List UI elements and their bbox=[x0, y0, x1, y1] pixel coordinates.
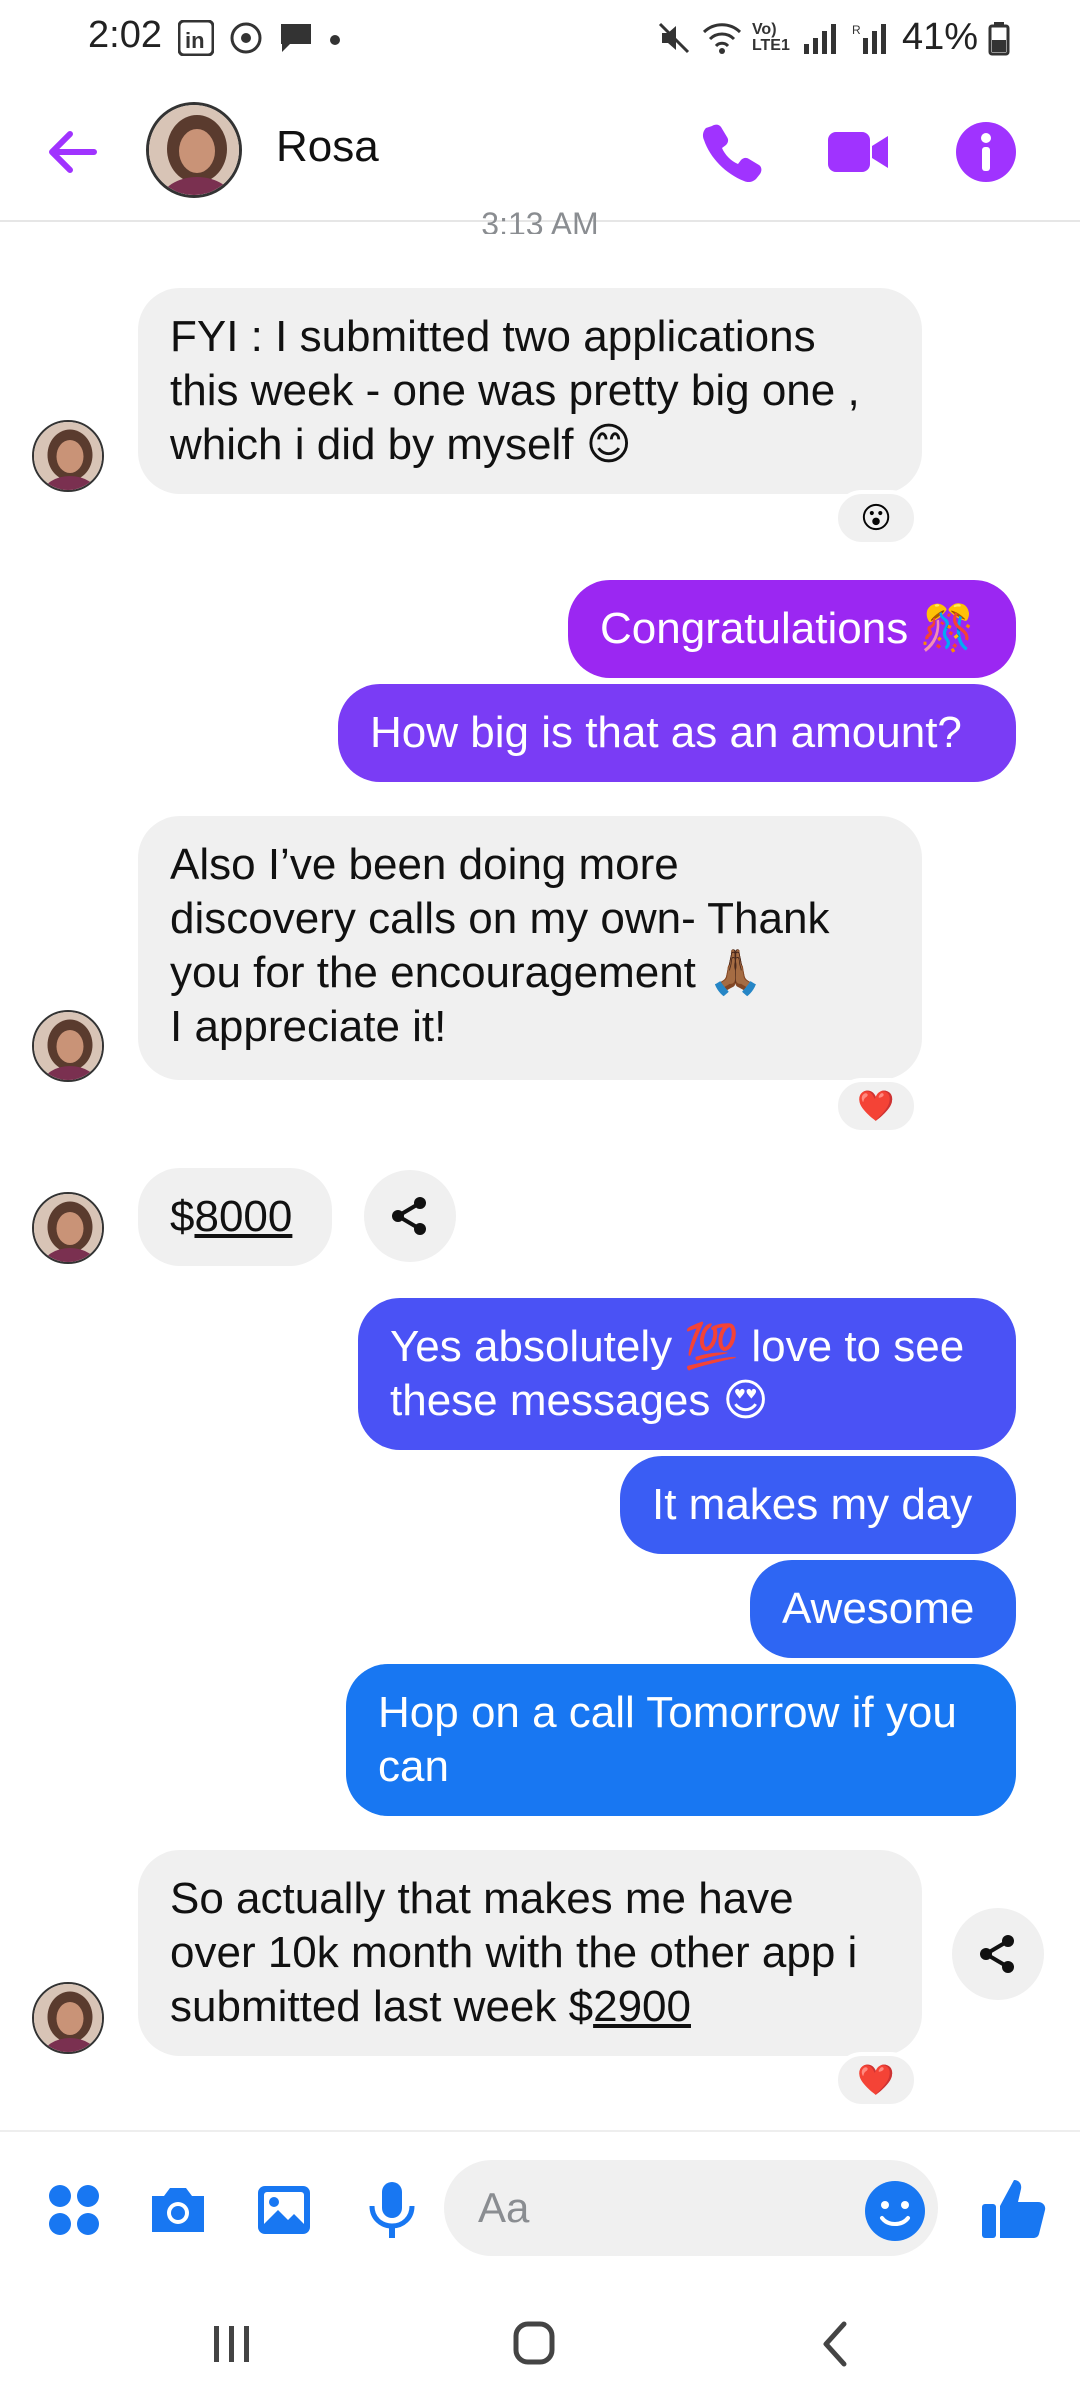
apps-menu-icon[interactable] bbox=[42, 2178, 106, 2242]
gallery-icon[interactable] bbox=[252, 2178, 316, 2242]
amount-link[interactable]: 8000 bbox=[194, 1192, 292, 1241]
heart-reaction: ❤️ bbox=[857, 1089, 895, 1123]
incoming-message[interactable]: $8000 bbox=[138, 1168, 332, 1266]
share-icon bbox=[392, 1197, 426, 1235]
back-icon[interactable] bbox=[796, 2312, 876, 2376]
reaction-badge[interactable]: ❤️ bbox=[834, 2052, 918, 2108]
signal-icon-2: R bbox=[852, 23, 886, 54]
chat-notification-icon bbox=[281, 24, 311, 52]
reaction-badge[interactable]: 😮 bbox=[834, 490, 918, 546]
info-icon[interactable] bbox=[952, 118, 1020, 186]
conversation-header: Rosa bbox=[0, 80, 1080, 222]
message-composer bbox=[0, 2130, 1080, 2290]
status-time: 2:02 bbox=[88, 14, 162, 56]
outgoing-message[interactable]: Hop on a call Tomorrow if you can bbox=[346, 1664, 1016, 1816]
emoji-icon[interactable] bbox=[860, 2176, 930, 2246]
smile-emoji: 😊 bbox=[585, 420, 632, 469]
incoming-message[interactable]: FYI : I submitted two applications this … bbox=[138, 288, 922, 494]
network-label: Vo) LTE1 bbox=[751, 20, 790, 54]
recent-apps-icon[interactable] bbox=[192, 2312, 272, 2376]
outgoing-message[interactable]: How big is that as an amount? bbox=[338, 684, 1016, 782]
status-bar: 2:02 in Vo) LTE1 R 41% bbox=[0, 0, 1080, 80]
contact-avatar[interactable] bbox=[146, 102, 242, 198]
reaction-badge[interactable]: ❤️ bbox=[834, 1078, 918, 1134]
battery-icon bbox=[988, 21, 1010, 55]
share-icon bbox=[980, 1935, 1014, 1973]
outgoing-message[interactable]: It makes my day bbox=[620, 1456, 1016, 1554]
svg-text:in: in bbox=[185, 28, 205, 53]
signal-icon bbox=[803, 23, 836, 54]
sender-avatar[interactable] bbox=[32, 420, 104, 492]
wifi-icon bbox=[702, 22, 741, 54]
linkedin-icon: in bbox=[178, 20, 214, 56]
svg-text:R: R bbox=[852, 23, 861, 37]
share-button[interactable] bbox=[952, 1908, 1044, 2000]
battery-percent: 41% bbox=[901, 16, 978, 58]
video-call-icon[interactable] bbox=[824, 118, 892, 186]
home-icon[interactable] bbox=[494, 2312, 574, 2376]
camera-icon[interactable] bbox=[146, 2178, 210, 2242]
dot-icon bbox=[330, 35, 340, 45]
back-arrow-icon[interactable] bbox=[40, 120, 104, 184]
outgoing-message[interactable]: Awesome bbox=[750, 1560, 1016, 1658]
hundred-emoji: 💯 bbox=[684, 1322, 740, 1371]
sender-avatar[interactable] bbox=[32, 1192, 104, 1264]
sync-icon bbox=[230, 22, 262, 54]
amount-link[interactable]: 2900 bbox=[593, 1982, 691, 2031]
system-navigation-bar bbox=[0, 2290, 1080, 2400]
heart-eyes-emoji: 😍 bbox=[722, 1376, 769, 1425]
thumbs-up-icon[interactable] bbox=[978, 2172, 1050, 2244]
sender-avatar[interactable] bbox=[32, 1982, 104, 2054]
wow-reaction: 😮 bbox=[860, 501, 892, 535]
outgoing-message[interactable]: Congratulations 🎊 bbox=[568, 580, 1016, 678]
incoming-message[interactable]: Also I’ve been doing more discovery call… bbox=[138, 816, 922, 1080]
microphone-icon[interactable] bbox=[360, 2178, 424, 2242]
share-button[interactable] bbox=[364, 1170, 456, 1262]
incoming-message[interactable]: So actually that makes me have over 10k … bbox=[138, 1850, 922, 2056]
contact-name[interactable]: Rosa bbox=[276, 122, 379, 172]
sender-avatar[interactable] bbox=[32, 1010, 104, 1082]
timestamp: 3:13 AM bbox=[481, 206, 599, 234]
mute-icon bbox=[658, 22, 689, 53]
confetti-emoji: 🎊 bbox=[920, 604, 976, 653]
pray-emoji: 🙏🏾 bbox=[708, 948, 763, 997]
outgoing-message[interactable]: Yes absolutely 💯 love to see these messa… bbox=[358, 1298, 1016, 1450]
phone-call-icon[interactable] bbox=[698, 118, 766, 186]
heart-reaction: ❤️ bbox=[857, 2063, 895, 2097]
